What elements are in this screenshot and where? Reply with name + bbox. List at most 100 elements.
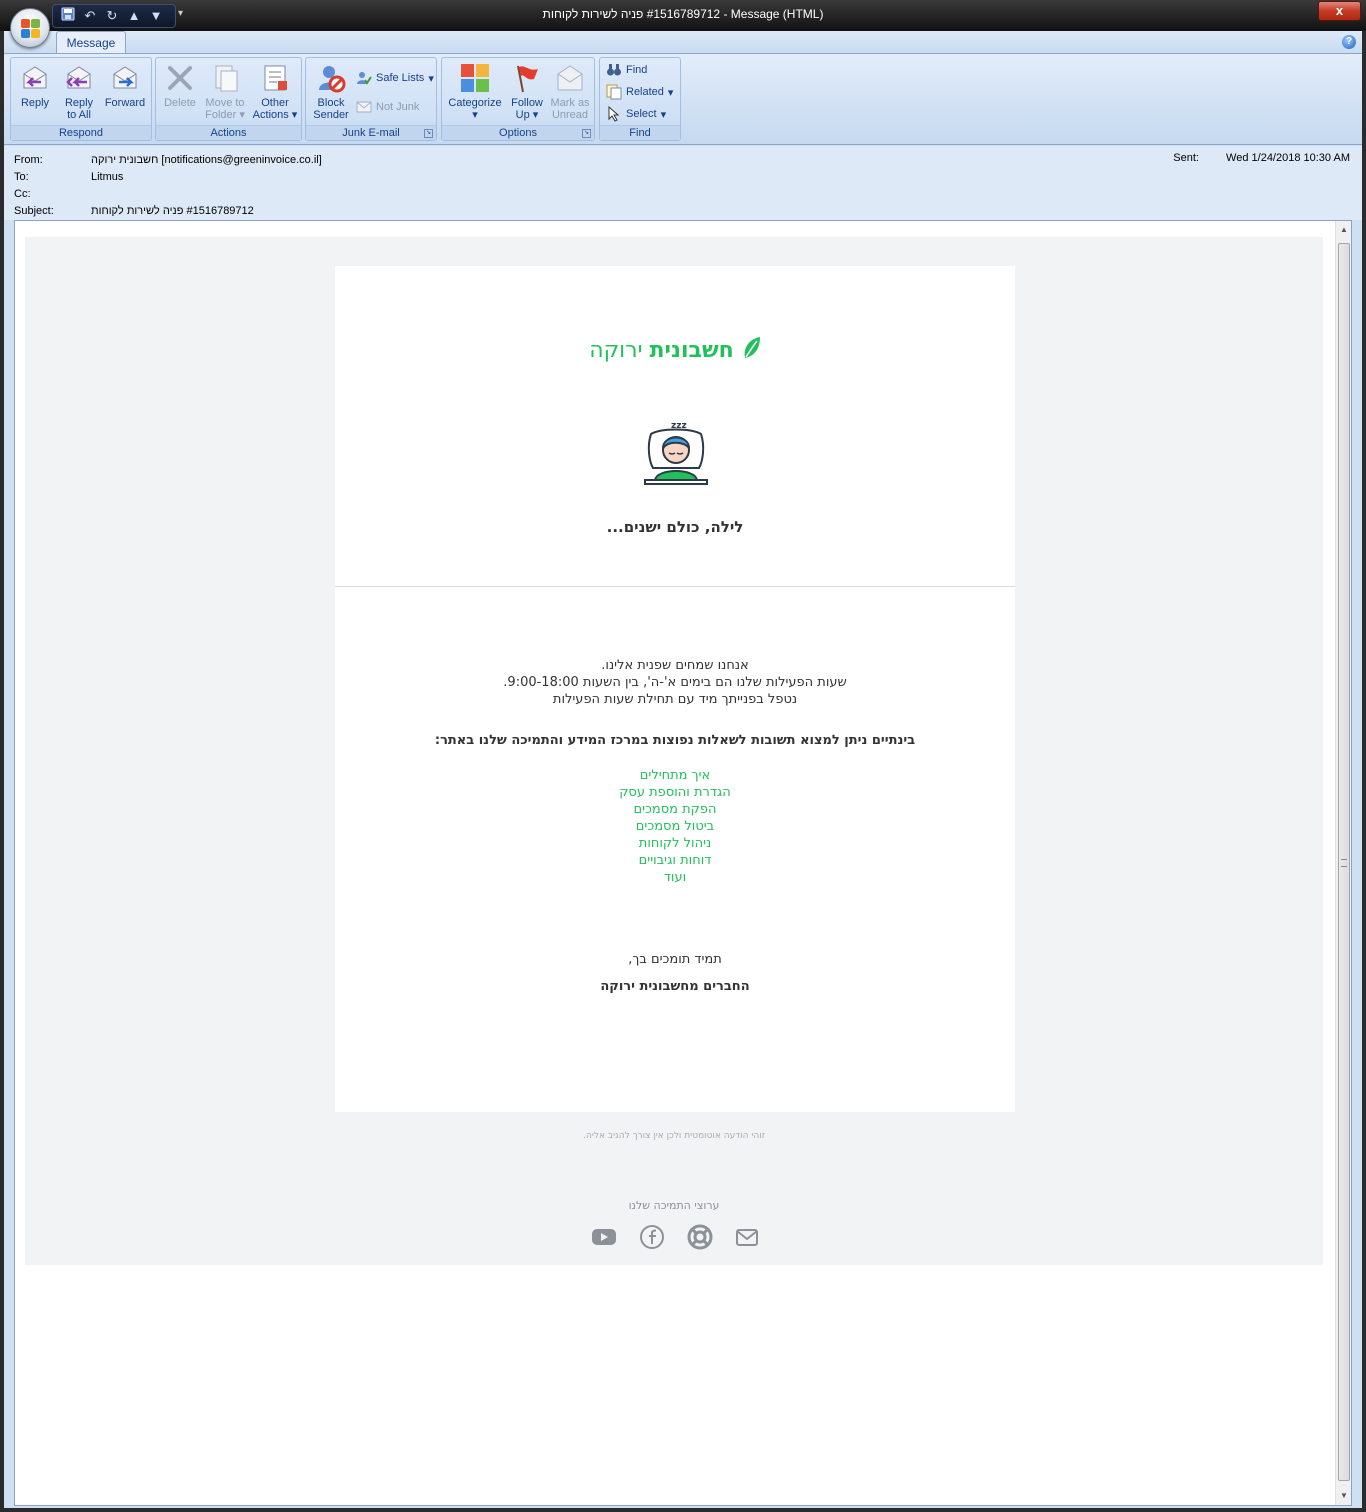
help-link-issue-documents[interactable]: הפקת מסמכים xyxy=(335,801,1015,818)
group-options: Categorize ▾ Follow Up ▾ Mark as Unread … xyxy=(441,57,595,141)
related-button[interactable]: Related ▾ xyxy=(606,82,673,102)
reply-button[interactable]: Reply xyxy=(15,60,55,124)
office-button[interactable] xyxy=(10,8,50,48)
paragraph-line-2: שעות הפעילות שלנו הם בימים א'-ה', בין הש… xyxy=(503,675,847,690)
sleeping-person-illustration: zzz xyxy=(641,416,711,488)
logo-text-bold: חשבונית xyxy=(649,338,734,363)
sent-value: Wed 1/24/2018 10:30 AM xyxy=(1226,152,1350,164)
group-find-label: Find xyxy=(600,125,680,140)
help-links-list: איך מתחילים הגדרת והוספת עסק הפקת מסמכים… xyxy=(335,767,1015,886)
email-card: חשבונית ירוקה zzz לילה, כולם ישנים... אנ… xyxy=(335,266,1015,1112)
not-junk-label: Not Junk xyxy=(376,101,420,113)
ribbon-tab-row: Message ? xyxy=(4,31,1362,54)
ribbon: Reply Reply to All Forward Respond Delet… xyxy=(4,53,1362,145)
close-window-button[interactable]: x xyxy=(1318,1,1361,21)
automatic-message-note: זוהי הודעה אוטומטית ולכן אין צורך להגיב … xyxy=(583,1131,765,1141)
scroll-down-icon[interactable]: ▼ xyxy=(1337,1489,1351,1503)
mark-as-unread-label-2: Unread xyxy=(551,109,589,121)
to-value[interactable]: Litmus xyxy=(91,169,123,185)
scroll-up-icon[interactable]: ▲ xyxy=(1337,223,1351,237)
not-junk-button[interactable]: Not Junk xyxy=(356,97,419,117)
reply-all-label-1: Reply xyxy=(64,97,94,109)
categorize-label: Categorize xyxy=(448,97,502,109)
logo-text-light: ירוקה xyxy=(589,338,643,363)
follow-up-label-2-row: Up ▾ xyxy=(515,109,539,121)
help-link-cancel-documents[interactable]: ביטול מסמכים xyxy=(335,818,1015,835)
group-options-label: Options xyxy=(442,125,594,140)
vertical-scrollbar[interactable]: ▲ ▼ xyxy=(1335,221,1351,1505)
block-sender-label-1: Block xyxy=(317,97,345,109)
email-signature: החברים מחשבונית ירוקה xyxy=(600,979,750,994)
other-actions-button[interactable]: Other Actions ▾ xyxy=(252,60,298,124)
other-actions-label-2: Actions xyxy=(252,109,289,121)
mail-icon[interactable] xyxy=(734,1224,760,1250)
scrollbar-grip-icon xyxy=(1341,859,1347,867)
forward-icon xyxy=(109,62,141,94)
reply-all-icon xyxy=(63,62,95,94)
reply-all-button[interactable]: Reply to All xyxy=(59,60,99,124)
facebook-icon[interactable] xyxy=(639,1224,665,1250)
message-window: Message ? Reply Reply to All Forward Res… xyxy=(4,31,1362,1508)
email-headline: לילה, כולם ישנים... xyxy=(606,518,744,536)
categorize-button[interactable]: Categorize ▾ xyxy=(446,60,504,124)
support-channels xyxy=(591,1224,761,1250)
from-value[interactable]: חשבונית ירוקה [notifications@greeninvoic… xyxy=(91,152,322,168)
leaf-icon xyxy=(743,336,761,366)
mark-as-unread-icon xyxy=(554,62,586,94)
paragraph-line-3: נטפל בפנייתך מיד עם תחילת שעות הפעילות xyxy=(552,692,798,707)
select-label: Select xyxy=(626,108,657,120)
email-paragraph: אנחנו שמחים שפנית אלינו. שעות הפעילות של… xyxy=(335,657,1015,708)
help-icon[interactable]: ? xyxy=(1342,35,1356,49)
related-icon xyxy=(606,84,622,100)
subject-value: ‏#1516789712 פניה לשירות לקוחות xyxy=(91,205,254,217)
lifebuoy-support-icon[interactable] xyxy=(687,1224,713,1250)
group-respond: Reply Reply to All Forward Respond xyxy=(10,57,152,141)
tab-message[interactable]: Message xyxy=(56,31,126,54)
group-respond-label: Respond xyxy=(11,125,151,140)
find-label: Find xyxy=(626,64,648,76)
junk-options-launcher-icon[interactable]: ↘ xyxy=(424,129,433,138)
reply-all-label-2: to All xyxy=(67,109,91,121)
options-launcher-icon[interactable]: ↘ xyxy=(582,129,591,138)
window-title: ‏#1516789712 פניה לשירות לקוחות - Messag… xyxy=(542,7,824,21)
reply-label: Reply xyxy=(20,97,50,109)
sent-row: Sent: Wed 1/24/2018 10:30 AM xyxy=(1173,152,1350,164)
select-button[interactable]: Select ▾ xyxy=(606,104,666,124)
safe-lists-button[interactable]: Safe Lists ▾ xyxy=(356,68,434,88)
message-headers: From: חשבונית ירוקה [notifications@green… xyxy=(4,146,1362,220)
youtube-icon[interactable] xyxy=(591,1224,617,1250)
help-center-subhead: בינתיים ניתן למצוא תשובות לשאלות נפוצות … xyxy=(434,733,916,748)
title-bar: ↶ ↻ ▲ ▼ ▾ ‏#1516789712 פניה לשירות לקוחו… xyxy=(0,0,1366,31)
other-actions-icon xyxy=(259,62,291,94)
help-link-reports-backups[interactable]: דוחות וגיבויים xyxy=(335,852,1015,869)
forward-button[interactable]: Forward xyxy=(101,60,149,124)
group-actions-label: Actions xyxy=(156,125,301,140)
to-label: To: xyxy=(14,171,29,183)
delete-button[interactable]: Delete xyxy=(160,60,200,124)
move-to-folder-button[interactable]: Move to Folder ▾ xyxy=(202,60,248,124)
group-find: Find Related ▾ Select ▾ Find xyxy=(599,57,681,141)
group-junk-label: Junk E-mail xyxy=(306,125,436,140)
block-sender-icon xyxy=(315,62,347,94)
related-label: Related xyxy=(626,86,664,98)
help-link-more[interactable]: ועוד xyxy=(335,869,1015,886)
cursor-arrow-icon xyxy=(606,105,622,122)
help-link-business-setup[interactable]: הגדרת והוספת עסק xyxy=(335,784,1015,801)
delete-icon xyxy=(164,62,196,94)
other-actions-label-1: Other xyxy=(261,97,289,109)
email-signoff: תמיד תומכים בך, xyxy=(628,952,722,967)
not-junk-icon xyxy=(356,99,372,115)
mark-as-unread-button[interactable]: Mark as Unread xyxy=(548,60,592,124)
message-body-viewer[interactable]: חשבונית ירוקה zzz לילה, כולם ישנים... אנ… xyxy=(14,220,1352,1506)
help-link-getting-started[interactable]: איך מתחילים xyxy=(335,767,1015,784)
brand-logo: חשבונית ירוקה xyxy=(335,336,1015,366)
safe-lists-icon xyxy=(356,70,372,86)
move-to-folder-icon xyxy=(209,62,241,94)
find-button[interactable]: Find xyxy=(606,60,647,80)
follow-up-button[interactable]: Follow Up ▾ xyxy=(506,60,548,124)
scrollbar-thumb[interactable] xyxy=(1338,243,1350,1481)
delete-label: Delete xyxy=(164,97,196,109)
help-link-manage-customers[interactable]: ניהול לקוחות xyxy=(335,835,1015,852)
block-sender-button[interactable]: Block Sender xyxy=(310,60,352,124)
safe-lists-label: Safe Lists xyxy=(376,72,425,84)
